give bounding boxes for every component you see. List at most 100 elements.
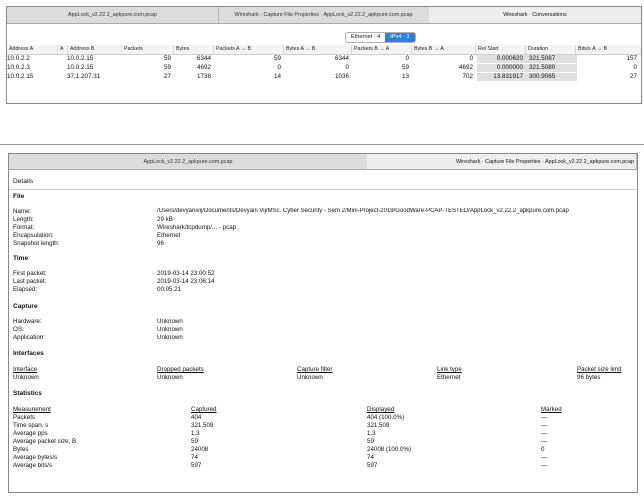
cell-packets: 59 [163,64,171,71]
file-name-value: /Users/devyanivij/Documents/Devyani Vij/… [157,208,569,214]
encapsulation-value: Ethernet [157,232,181,239]
stat-marked: — [541,422,548,429]
cell-duration: 300.9065 [525,73,577,81]
stat-captured: 24008 [191,446,209,453]
col-packets-b-to-a[interactable]: Packets B → A [351,45,412,54]
details-title: Details [13,178,34,185]
separator-line [0,144,644,145]
stat-measurement: Bytes [13,446,29,453]
table-row[interactable]: 10.0.2.3 10.0.2.15 59 4692 0 0 59 4692 0… [7,64,641,72]
hardware-value: Unknown [157,318,183,325]
capture-filter-value: Unknown [297,374,323,381]
elapsed-label: Elapsed: [13,286,38,293]
capture-filter-column-header: Capture filter [297,366,333,373]
stat-displayed: 24008 (100.0%) [367,446,412,453]
stat-captured: 1.3 [191,430,200,437]
interface-value: Unknown [13,374,39,381]
cell-bits-a-to-b: 157 [626,55,637,62]
stat-measurement: Packets [13,414,36,421]
tab-capture-file-properties[interactable]: Wireshark · Capture File Properties · Ap… [367,154,637,169]
col-address-a[interactable]: Address A [7,45,57,54]
cell-packets-a-to-b: 59 [273,55,281,62]
application-label: Application: [13,334,45,341]
stat-marked: — [541,462,548,469]
cell-address-a: 10.0.2.3 [7,64,30,71]
capture-file-properties-window: AppLock_v2.22.2_apkpure.com.pcap Wiresha… [8,153,638,493]
stat-captured: 597 [191,462,202,469]
marked-column-header: Marked [541,406,562,413]
stat-captured: 321.509 [191,422,214,429]
col-packets-a-to-b[interactable]: Packets A → B [213,45,284,54]
tab-pcap-file[interactable]: AppLock_v2.22.2_apkpure.com.pcap [9,154,368,169]
stat-displayed: 59 [367,438,374,445]
elapsed-value: 00:05:21 [157,286,182,293]
table-row[interactable]: 10.0.2.2 10.0.2.15 59 6344 59 6344 0 0 0… [7,55,641,63]
table-row[interactable]: 10.0.2.15 37.1.207.31 27 1738 14 1036 13… [7,73,641,81]
col-rel-start[interactable]: Rel Start [475,45,526,54]
stat-marked: — [541,438,548,445]
snapshot-length-label: Snapshot length: [13,240,60,247]
col-address-b[interactable]: Address B [67,45,122,54]
os-label: OS: [13,326,24,333]
cell-duration: 321.5087 [525,55,577,63]
col-bits-a-to-b[interactable]: Bits/s A → B [575,45,641,54]
cell-packets: 59 [163,55,171,62]
col-bytes-a-to-b[interactable]: Bytes A → B [283,45,352,54]
cell-address-a: 10.0.2.15 [7,73,34,80]
section-interfaces-heading: Interfaces [13,350,44,357]
cell-address-a: 10.0.2.2 [7,55,30,62]
tab-conversations[interactable]: Wireshark · Conversations [429,7,641,23]
details-divider [9,189,637,190]
cell-bytes-b-to-a: 0 [469,55,473,62]
window-tab-bar: AppLock_v2.22.2_apkpure.com.pcap Wiresha… [7,7,641,24]
tab-capture-file-properties[interactable]: Wireshark · Capture File Properties · Ap… [218,7,430,23]
stat-measurement: Average bytes/s [13,454,58,461]
length-value: 29 kB [157,216,173,223]
stat-displayed: 1.3 [367,430,376,437]
tab-pcap-file[interactable]: AppLock_v2.22.2_apkpure.com.pcap [7,7,219,23]
col-packets[interactable]: Packets [121,45,174,54]
cell-address-b: 10.0.2.15 [67,64,94,71]
cell-address-b: 10.0.2.15 [67,55,94,62]
os-value: Unknown [157,326,183,333]
cell-bytes-a-to-b: 1036 [334,73,349,80]
stat-captured: 59 [191,438,198,445]
stat-captured: 74 [191,454,198,461]
segment-ipv4[interactable]: IPv4 · 3 [385,33,415,42]
cell-bits-a-to-b: 0 [633,64,637,71]
section-time-heading: Time [13,255,29,262]
interface-column-header: Interface [13,366,38,373]
col-bytes[interactable]: Bytes [173,45,214,54]
cell-duration: 321.5080 [525,64,577,72]
cell-rel-start: 13.831917 [477,73,525,81]
col-bytes-b-to-a[interactable]: Bytes B → A [411,45,476,54]
measurement-column-header: Measurement [13,406,51,413]
cell-packets-b-to-a: 0 [405,55,409,62]
segment-ethernet[interactable]: Ethernet · 4 [346,33,385,42]
cell-bytes: 1738 [196,73,211,80]
packet-size-limit-value: 96 bytes [577,374,601,381]
cell-bytes-a-to-b: 0 [345,64,349,71]
application-value: Unknown [157,334,183,341]
snapshot-length-value: 96 [157,240,164,247]
link-type-value: Ethernet [437,374,461,381]
cell-address-b: 37.1.207.31 [67,73,101,80]
cell-bytes-b-to-a: 702 [462,73,473,80]
displayed-column-header: Displayed [367,406,395,413]
conversation-type-selector: Ethernet · 4 IPv4 · 3 [345,32,416,43]
stat-measurement: Average pps [13,430,48,437]
packet-size-limit-column-header: Packet size limit [577,366,622,373]
conversations-table-header: Address A A Address B Packets Bytes Pack… [7,45,641,55]
cell-bytes-b-to-a: 4692 [458,64,473,71]
col-duration[interactable]: Duration [525,45,576,54]
dropped-packets-value: Unknown [157,374,183,381]
cell-packets: 27 [163,73,171,80]
stat-measurement: Time span, s [13,422,49,429]
stat-displayed: 321.509 [367,422,390,429]
name-label: Name: [13,208,32,215]
stat-captured: 404 [191,414,202,421]
stat-displayed: 74 [367,454,374,461]
cell-packets-a-to-b: 14 [273,73,281,80]
last-packet-value: 2019-03-14 23:06:14 [157,278,215,285]
cell-packets-b-to-a: 13 [401,73,409,80]
